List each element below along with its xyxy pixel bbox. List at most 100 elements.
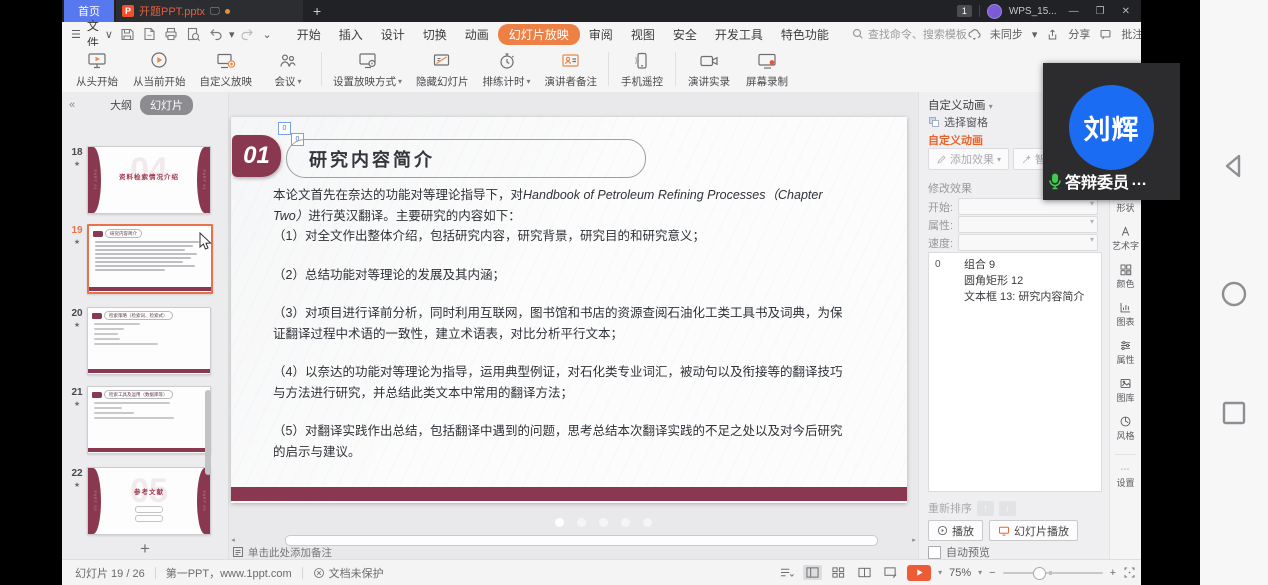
zoom-slider[interactable] — [1003, 572, 1103, 574]
add-effect-button[interactable]: 添加效果▾ — [928, 148, 1009, 170]
horizontal-scrollbar[interactable]: ◂ ▸ — [229, 535, 918, 544]
tab-slides[interactable]: 幻灯片 — [140, 95, 193, 115]
print-preview-icon[interactable] — [185, 26, 201, 42]
restore-button[interactable]: ❐ — [1091, 6, 1110, 17]
colors-tool[interactable]: 颜色 — [1110, 263, 1141, 290]
sync-status[interactable]: 未同步 — [990, 26, 1023, 42]
new-tab-button[interactable]: + — [303, 0, 331, 22]
rehearse-timing-button[interactable]: 排练计时▾ — [476, 49, 538, 90]
android-back-icon[interactable] — [1218, 150, 1250, 182]
tab-security[interactable]: 安全 — [664, 24, 706, 45]
zoom-slider-thumb[interactable] — [1033, 567, 1046, 580]
tab-transition[interactable]: 切换 — [414, 24, 456, 45]
notes-bar[interactable]: 单击此处添加备注 — [229, 544, 918, 560]
android-home-icon[interactable] — [1220, 280, 1248, 308]
slide-thumbnail-22[interactable]: 22★ PART 05 PART 05 05 参考文献 — [70, 467, 211, 535]
user-avatar[interactable] — [987, 4, 1002, 19]
print-icon[interactable] — [163, 26, 179, 42]
custom-show-button[interactable]: 自定义放映 — [193, 49, 260, 90]
slide-thumbnail-21[interactable]: 21★ 检索工具及运用（数据库等） — [70, 386, 211, 454]
tab-design[interactable]: 设计 — [372, 24, 414, 45]
panel-scrollbar[interactable] — [205, 390, 211, 475]
panel-title[interactable]: 自定义动画 ▾ — [928, 97, 993, 113]
scroll-left-icon[interactable]: ◂ — [229, 536, 237, 544]
tab-start[interactable]: 开始 — [288, 24, 330, 45]
scroll-right-icon[interactable]: ▸ — [910, 536, 918, 544]
slide-title-box[interactable]: 研究内容简介 — [286, 139, 646, 178]
animation-list-item[interactable]: 圆角矩形 12 — [929, 272, 1101, 288]
tab-features[interactable]: 特色功能 — [772, 24, 838, 45]
hide-slide-button[interactable]: 隐藏幻灯片 — [409, 49, 476, 90]
view-normal-icon[interactable] — [803, 565, 822, 580]
tab-animation[interactable]: 动画 — [456, 24, 498, 45]
android-recents-icon[interactable] — [1221, 400, 1247, 426]
undo-icon[interactable] — [207, 26, 223, 42]
slide-thumbnail-19-selected[interactable]: 19★ 研究内容简介 — [70, 224, 213, 294]
account-name[interactable]: WPS_15... — [1009, 6, 1057, 17]
slide-thumbnail-18[interactable]: 18★ PART 04 PART 04 04 资料检索情况介绍 — [70, 146, 211, 214]
move-up-button[interactable]: ↑ — [977, 501, 994, 516]
tab-review[interactable]: 审阅 — [580, 24, 622, 45]
zoom-dropdown-icon[interactable]: ▾ — [978, 568, 982, 577]
undo-dropdown-icon[interactable]: ▾ — [229, 28, 235, 41]
fit-screen-icon[interactable] — [1123, 566, 1136, 579]
speaker-notes-button[interactable]: 演讲者备注 — [538, 49, 605, 90]
selection-pane-button[interactable]: 选择窗格 — [928, 114, 988, 130]
gallery-tool[interactable]: 图库 — [1110, 377, 1141, 404]
move-down-button[interactable]: ↓ — [999, 501, 1016, 516]
zoom-in-button[interactable]: + — [1110, 567, 1116, 579]
wordart-tool[interactable]: 艺术字 — [1110, 225, 1141, 252]
collapse-panel-button[interactable]: « — [62, 99, 75, 111]
meeting-video-overlay[interactable]: 刘辉 答辩委员 … — [1043, 63, 1180, 200]
zoom-level[interactable]: 75% — [949, 567, 971, 579]
lecture-record-button[interactable]: 演讲实录 — [680, 49, 738, 90]
settings-tool[interactable]: ⋯ 设置 — [1110, 464, 1141, 489]
properties-tool[interactable]: 属性 — [1110, 339, 1141, 366]
setup-show-button[interactable]: 设置放映方式▾ — [326, 49, 409, 90]
notification-badge[interactable]: 1 — [957, 5, 972, 17]
slideshow-play-button[interactable] — [907, 565, 931, 581]
play-animation-button[interactable]: 播放 — [928, 520, 983, 541]
animation-list-item[interactable]: 文本框 13: 研究内容简介 — [929, 288, 1101, 304]
style-tool[interactable]: 风格 — [1110, 415, 1141, 442]
play-dropdown-icon[interactable]: ▾ — [938, 568, 942, 577]
speed-dropdown[interactable] — [958, 234, 1098, 251]
slideshow-play-button[interactable]: 幻灯片播放 — [989, 520, 1078, 541]
tab-slideshow[interactable]: 幻灯片放映 — [498, 24, 580, 45]
minimize-button[interactable]: — — [1064, 6, 1084, 17]
auto-preview-checkbox[interactable] — [928, 546, 941, 559]
tab-view[interactable]: 视图 — [622, 24, 664, 45]
command-search[interactable]: 查找命令、搜索模板 — [852, 26, 967, 42]
tab-devtools[interactable]: 开发工具 — [706, 24, 772, 45]
protection-status[interactable]: 文档未保护 — [313, 565, 384, 581]
charts-tool[interactable]: 图表 — [1110, 301, 1141, 328]
close-button[interactable]: ✕ — [1117, 6, 1135, 17]
view-pen-icon[interactable] — [881, 565, 900, 580]
property-dropdown[interactable] — [958, 216, 1098, 233]
more-commands-icon[interactable]: ⌄ — [262, 28, 271, 41]
meeting-button[interactable]: 会议▾ — [259, 49, 317, 90]
share-button[interactable]: 分享 — [1068, 26, 1090, 42]
notes-toggle-icon[interactable] — [777, 565, 796, 580]
animation-order-tag[interactable]: 0 — [278, 122, 291, 135]
play-from-start-button[interactable]: 从头开始 — [68, 49, 126, 90]
screen-record-button[interactable]: 屏幕录制 — [738, 49, 796, 90]
section-number-badge[interactable]: 01 — [232, 135, 281, 177]
add-slide-button[interactable]: + — [62, 538, 228, 560]
hamburger-icon[interactable]: ☰ — [71, 28, 81, 41]
slide-thumbnail-20[interactable]: 20★ 检索策略（检索词、检索式） — [70, 307, 211, 375]
play-from-current-button[interactable]: 从当前开始 — [126, 49, 193, 90]
view-reading-icon[interactable] — [855, 565, 874, 580]
sync-dropdown-icon[interactable]: ▾ — [1032, 28, 1038, 41]
view-sorter-icon[interactable] — [829, 565, 848, 580]
animation-list[interactable]: 0 组合 9 圆角矩形 12 文本框 13: 研究内容简介 — [928, 252, 1102, 492]
zoom-out-button[interactable]: − — [989, 567, 995, 579]
slide-body-textbox[interactable]: 本论文首先在奈达的功能对等理论指导下，对Handbook of Petroleu… — [273, 185, 845, 462]
tab-outline[interactable]: 大纲 — [110, 97, 132, 113]
tab-insert[interactable]: 插入 — [330, 24, 372, 45]
redo-icon[interactable] — [240, 26, 256, 42]
start-dropdown[interactable] — [958, 198, 1098, 215]
slide-canvas[interactable]: 01 0 0 研究内容简介 本论文首先在奈达的功能对等理论指导下，对Handbo… — [231, 117, 907, 503]
export-icon[interactable] — [141, 26, 157, 42]
save-icon[interactable] — [119, 26, 135, 42]
